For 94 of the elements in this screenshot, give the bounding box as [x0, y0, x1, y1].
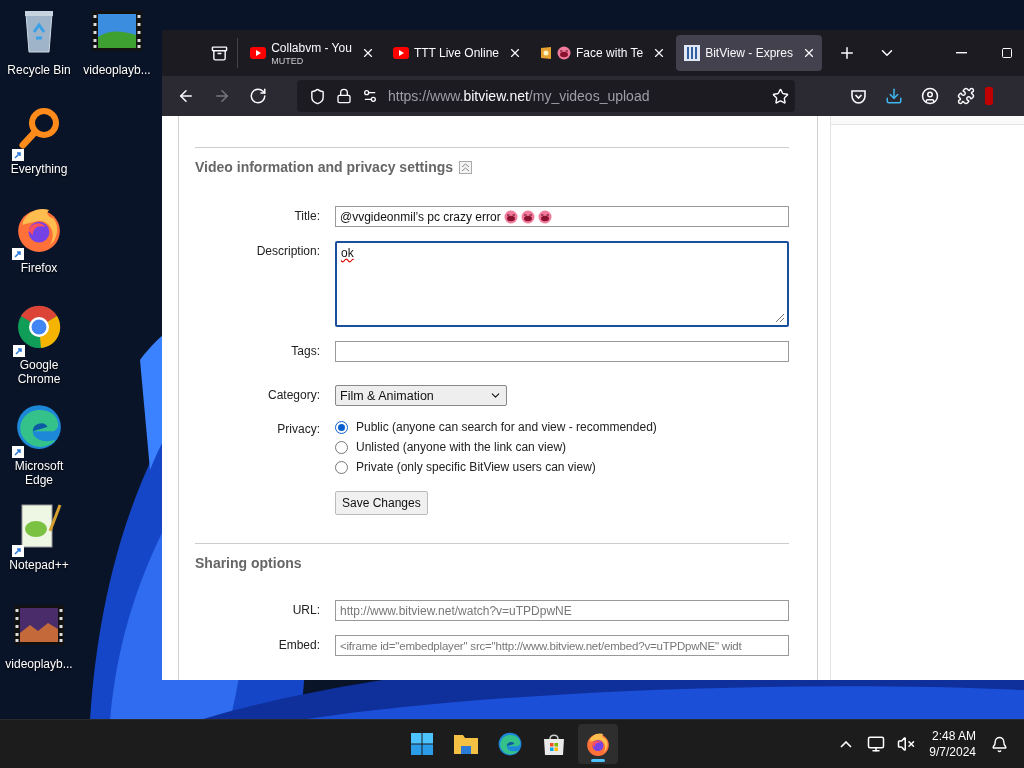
download-icon: [885, 87, 903, 105]
field-label: Description:: [255, 243, 320, 260]
shield-icon: [309, 87, 326, 105]
desktop-icon[interactable]: Notepad++: [0, 501, 78, 600]
text-field[interactable]: @vvgideonmil’s pc crazy error: [335, 206, 789, 227]
laughing-face-icon: [537, 209, 552, 224]
monitor-icon: [867, 735, 886, 754]
bookmark-star-icon[interactable]: [772, 87, 789, 105]
tab-title: BitView - Expres: [705, 45, 793, 61]
edge-logo-icon: [14, 402, 64, 452]
desktop-icon-label: Everything: [10, 162, 68, 176]
field-label: Privacy:: [276, 421, 320, 438]
tab-subtitle: MUTED: [271, 55, 304, 66]
field-value: ok: [341, 246, 354, 260]
url-text: https://www.bitview.net/my_videos_upload: [388, 88, 651, 104]
radio-button[interactable]: [335, 440, 348, 454]
tab-title: Collabvm - You: [271, 40, 352, 56]
desktop-icon[interactable]: Everything: [0, 105, 78, 204]
save-changes-button[interactable]: Save Changes: [335, 491, 428, 515]
puzzle-icon: [957, 87, 975, 105]
desktop-icon-label: Microsoft Edge: [13, 459, 65, 487]
laughing-face-icon: [520, 209, 535, 224]
text-field[interactable]: <iframe id="embedplayer" src="http://www.bitview.net/embed?v=uTPDpwNE" widt: [335, 635, 789, 656]
resize-grip-icon[interactable]: [773, 311, 785, 323]
page-badge-icon: [540, 46, 553, 60]
collapse-button[interactable]: [459, 160, 472, 174]
windows-logo-icon: [410, 732, 434, 757]
desktop-icon-label: Recycle Bin: [7, 63, 71, 77]
text-field[interactable]: [335, 341, 789, 362]
chevron-up-icon: [840, 740, 853, 748]
desktop-icon-label: videoplayb...: [83, 63, 151, 77]
pocket-icon: [849, 87, 867, 105]
tab-title: TTT Live Online: [413, 45, 500, 61]
desktop-icon-label: Notepad++: [9, 558, 69, 572]
section-title: Sharing options: [195, 555, 302, 571]
desktop-icon[interactable]: Google Chrome: [0, 303, 78, 402]
firefox-logo-icon: [585, 731, 611, 758]
lock-icon: [336, 88, 352, 104]
chrome-logo-icon: [15, 303, 63, 351]
video-play-icon: [250, 47, 267, 59]
desktop-icon[interactable]: Recycle Bin: [0, 6, 78, 105]
field-value: http://www.bitview.net/watch?v=uTPDpwNE: [340, 603, 572, 618]
desktop-icon-label: Google Chrome: [16, 358, 62, 386]
reload-icon: [249, 87, 267, 105]
desktop-icon[interactable]: Microsoft Edge: [0, 402, 78, 501]
taskbar-app-button[interactable]: [578, 724, 618, 765]
field-label: Tags:: [290, 343, 320, 360]
field-value: @vvgideonmil’s pc crazy error: [340, 209, 501, 224]
minimize-icon: [955, 52, 967, 54]
text-field[interactable]: http://www.bitview.net/watch?v=uTPDpwNE: [335, 600, 789, 621]
close-icon[interactable]: [802, 46, 816, 60]
tray-box-icon: [210, 44, 228, 62]
edge-logo-icon: [497, 731, 523, 758]
radio-label: Public (anyone can search for and view - recommended): [356, 420, 657, 434]
category-select[interactable]: Film & Animation: [335, 385, 507, 406]
field-label: Category:: [266, 387, 320, 404]
desktop-icon[interactable]: videoplayb...: [0, 600, 78, 699]
video-play-icon: [392, 47, 409, 59]
address-field[interactable]: https://www.bitview.net/my_videos_upload: [297, 80, 795, 112]
text-area[interactable]: ok: [335, 241, 789, 327]
clock-date: 9/7/2024: [929, 744, 976, 761]
browser-tab[interactable]: Collabvm - You MUTED: [242, 35, 381, 71]
field-label: URL:: [291, 602, 320, 619]
laughing-face-icon: [557, 46, 572, 60]
tab-title: Face with Te: [576, 45, 644, 61]
field-value: <iframe id="embedplayer" src="http://www.bitview.net/embed?v=uTPDpwNE" widt: [340, 639, 742, 652]
desktop-icon-label: videoplayb...: [5, 657, 73, 671]
field-label: Title:: [293, 208, 320, 225]
store-bag-icon: [542, 732, 566, 757]
browser-tab[interactable]: Face with Te: [532, 35, 673, 71]
laughing-face-icon: [503, 209, 518, 224]
radio-label: Private (only specific BitView users can view): [356, 460, 596, 474]
radio-button[interactable]: [335, 420, 348, 434]
desktop-icon[interactable]: videoplayb...: [78, 6, 156, 105]
radio-label: Unlisted (anyone with the link can view): [356, 440, 567, 454]
muted-speaker-icon: [897, 735, 916, 754]
arrow-icon: [213, 87, 231, 105]
browser-tab[interactable]: BitView - Expres: [676, 35, 822, 71]
field-label: Embed:: [277, 637, 320, 654]
radio-button[interactable]: [335, 460, 348, 474]
section-title: Video information and privacy settings: [195, 159, 453, 175]
permissions-icon: [362, 88, 378, 104]
double-chevron-up-icon: [461, 162, 470, 172]
maximize-icon: [1001, 47, 1013, 59]
folder-icon: [453, 732, 479, 757]
desktop-icon-label: Firefox: [20, 261, 58, 275]
film-strip-icon: [684, 45, 701, 61]
bell-icon: [990, 735, 1008, 753]
plus-icon: [838, 44, 856, 62]
clock[interactable]: 2:48 AM 9/7/2024: [929, 728, 976, 761]
account-icon: [921, 87, 939, 105]
desktop-icon[interactable]: Firefox: [0, 204, 78, 303]
browser-tab[interactable]: TTT Live Online: [384, 35, 529, 71]
clock-time: 2:48 AM: [931, 728, 976, 745]
